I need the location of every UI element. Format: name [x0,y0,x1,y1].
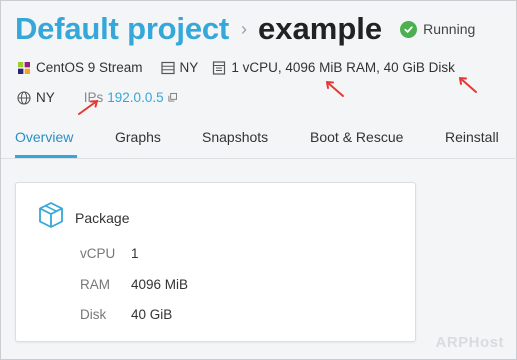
spec-row-disk: Disk 40 GiB [80,307,172,322]
spec-row-vcpu: vCPU 1 [80,246,139,261]
arphost-watermark: ARPHost [435,334,504,351]
spec-value: 1 [131,246,139,261]
region-info: NY [160,60,199,75]
project-breadcrumb-link[interactable]: Default project [15,11,229,47]
plan-icon [212,60,226,75]
spec-value: 40 GiB [131,307,173,322]
annotation-arrow-ram [326,81,344,97]
server-name-title: example [258,11,383,46]
spec-label: Disk [80,307,107,322]
status-text: Running [423,21,476,37]
package-card-header: Package [37,201,129,234]
annotation-arrow-ip [78,100,98,115]
page-header: Default project › example Running [15,9,475,49]
server-meta-row: CentOS 9 Stream NY 1 vCPU, 4096 MiB RAM,… [17,60,455,75]
os-info: CentOS 9 Stream [17,60,143,75]
spec-label: vCPU [80,246,116,261]
annotation-arrow-disk [459,77,477,93]
spec-label: RAM [80,277,110,292]
check-circle-icon [400,20,418,38]
location-name: NY [36,90,55,105]
tab-divider [1,158,517,159]
plan-info: 1 vCPU, 4096 MiB RAM, 40 GiB Disk [212,60,455,75]
plan-text: 1 vCPU, 4096 MiB RAM, 40 GiB Disk [231,60,455,75]
region-name: NY [179,60,199,75]
package-card: Package vCPU 1 RAM 4096 MiB Disk 40 GiB [15,182,416,342]
tab-reinstall[interactable]: Reinstall [445,129,499,145]
package-title: Package [75,209,130,226]
server-detail-page: Default project › example Running CentOS… [0,0,517,360]
copy-icon[interactable] [168,92,178,103]
location-info: NY [17,90,55,105]
spec-row-ram: RAM 4096 MiB [80,277,188,292]
status-badge: Running [400,20,476,38]
os-name: CentOS 9 Stream [36,60,143,75]
server-icon [160,61,175,75]
tab-overview[interactable]: Overview [15,129,73,145]
tab-snapshots[interactable]: Snapshots [202,129,268,145]
tab-graphs[interactable]: Graphs [115,129,161,145]
centos-logo-icon [17,60,31,75]
globe-icon [17,90,31,105]
tab-bar: Overview Graphs Snapshots Boot & Rescue … [1,122,517,159]
ip-address-link[interactable]: 192.0.0.5 [107,90,163,105]
breadcrumb-separator: › [241,18,248,39]
package-box-icon [37,201,65,234]
spec-value: 4096 MiB [131,277,189,292]
tab-boot-rescue[interactable]: Boot & Rescue [310,129,403,145]
